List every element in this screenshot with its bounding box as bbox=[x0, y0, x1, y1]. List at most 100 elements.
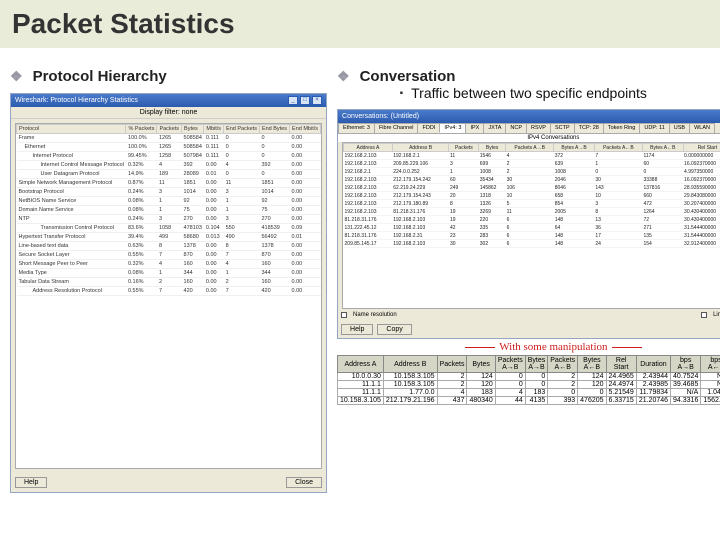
protocol-table-container: Protocol% PacketsPacketsBytesMbit/sEnd P… bbox=[15, 123, 322, 469]
column-header: Rel Start bbox=[606, 356, 636, 373]
close-icon[interactable]: × bbox=[312, 96, 322, 105]
table-row[interactable]: Simple Network Management Protocol0.87%1… bbox=[17, 179, 321, 188]
tab-ipx[interactable]: IPX bbox=[465, 123, 484, 133]
content-area: ❖ Protocol Hierarchy Wireshark: Protocol… bbox=[0, 48, 720, 493]
dialog-subtitle: Display filter: none bbox=[11, 107, 326, 119]
tab-fibre-channel[interactable]: Fibre Channel bbox=[374, 123, 419, 133]
maximize-icon[interactable]: □ bbox=[300, 96, 310, 105]
table-row[interactable]: 192.168.2.103209.85.229.1063699263916016… bbox=[344, 160, 720, 168]
column-header: Packets bbox=[449, 144, 479, 152]
table-row[interactable]: Ethernet100.0%12655085840.111000.00 bbox=[17, 143, 321, 152]
column-header: Packets A→B bbox=[495, 356, 525, 373]
help-button[interactable]: Help bbox=[15, 477, 47, 488]
column-header: Address A bbox=[344, 144, 393, 152]
table-row[interactable]: 192.168.2.103192.168.2.11115464372711740… bbox=[344, 152, 720, 160]
table-row[interactable]: 192.168.2.103212.179.180.898132658543472… bbox=[344, 200, 720, 208]
table-row[interactable]: Short Message Peer to Peer0.32%41600.004… bbox=[17, 260, 321, 269]
table-row[interactable]: Internet Protocol99.45%12585079840.11100… bbox=[17, 152, 321, 161]
tab-ncp[interactable]: NCP bbox=[505, 123, 527, 133]
table-row[interactable]: Frame100.0%12655085840.111000.00 bbox=[17, 134, 321, 143]
column-header: bps A←B bbox=[701, 356, 720, 373]
tab-jxta[interactable]: JXTA bbox=[483, 123, 506, 133]
table-row[interactable]: 81.218.31.176192.168.2.10319220614813723… bbox=[344, 216, 720, 224]
column-header: Rel Start bbox=[683, 144, 720, 152]
table-row: 10.0.0.3010.158.3.105212400212424.49652.… bbox=[338, 373, 720, 381]
protocol-hierarchy-window: Wireshark: Protocol Hierarchy Statistics… bbox=[10, 93, 327, 493]
limit-filter-label: Limit to display filter bbox=[713, 312, 720, 318]
tab-rsvp[interactable]: RSVP bbox=[526, 123, 551, 133]
tab-tcp-28[interactable]: TCP: 28 bbox=[574, 123, 604, 133]
table-row[interactable]: Hypertext Transfer Protocol39.4%49958680… bbox=[17, 233, 321, 242]
right-heading-text: Conversation bbox=[360, 68, 647, 85]
column-header: Address B bbox=[392, 144, 449, 152]
window-titlebar: Conversations: (Untitled) _ □ × bbox=[338, 110, 720, 123]
close-button[interactable]: Close bbox=[286, 477, 322, 488]
tab-udp-11[interactable]: UDP: 11 bbox=[639, 123, 669, 133]
table-row[interactable]: NetBIOS Name Service0.08%1920.001920.00 bbox=[17, 197, 321, 206]
table-row[interactable]: 192.168.2.10362.219.24.22924914586210680… bbox=[344, 184, 720, 192]
tab-ethernet-3[interactable]: Ethernet: 3 bbox=[338, 123, 375, 133]
table-row: 11.1.11.77.0.041834183005.2154911.79834N… bbox=[338, 389, 720, 397]
slide-title: Packet Statistics bbox=[0, 0, 720, 48]
table-row[interactable]: 209.85.145.17192.168.2.10330302614824154… bbox=[344, 240, 720, 248]
square-bullet-icon: ▪ bbox=[400, 88, 404, 101]
right-column: ❖ Conversation ▪ Traffic between two spe… bbox=[337, 68, 720, 493]
column-header: Protocol bbox=[17, 125, 126, 134]
table-row[interactable]: Media Type0.08%13440.0013440.00 bbox=[17, 269, 321, 278]
table-row[interactable]: NTP0.24%32700.0032700.00 bbox=[17, 215, 321, 224]
table-row[interactable]: Bootstrap Protocol0.24%310140.00310140.0… bbox=[17, 188, 321, 197]
name-resolution-checkbox[interactable] bbox=[341, 312, 347, 318]
right-sub-text: Traffic between two specific endpoints bbox=[411, 85, 647, 101]
column-header: Mbit/s bbox=[204, 125, 224, 134]
copy-button[interactable]: Copy bbox=[377, 324, 411, 335]
conversations-table: Address AAddress BPacketsBytesPackets A→… bbox=[343, 143, 720, 248]
tab-fddi[interactable]: FDDI bbox=[417, 123, 440, 133]
column-header: Address A bbox=[338, 356, 384, 373]
table-row[interactable]: 192.168.2.103212.179.154.242603543430204… bbox=[344, 176, 720, 184]
column-header: Bytes A←B bbox=[578, 356, 606, 373]
column-header: End Bytes bbox=[259, 125, 289, 134]
column-header: Packets A←B bbox=[548, 356, 578, 373]
table-row[interactable]: 192.168.2.10381.218.31.17619326911200581… bbox=[344, 208, 720, 216]
column-header: Bytes bbox=[467, 356, 495, 373]
right-heading: ❖ Conversation ▪ Traffic between two spe… bbox=[337, 68, 720, 101]
conversation-tabs: Ethernet: 3Fibre ChannelFDDIIPv4: 3IPXJX… bbox=[338, 123, 720, 134]
tab-token-ring[interactable]: Token Ring bbox=[603, 123, 641, 133]
excel-manipulation-table: Address AAddress BPacketsBytesPackets A→… bbox=[337, 355, 720, 405]
table-row[interactable]: Domain Name Service0.08%1750.001750.00 bbox=[17, 206, 321, 215]
table-row[interactable]: Tabular Data Stream0.16%21600.0021600.00 bbox=[17, 278, 321, 287]
table-row[interactable]: Transmission Control Protocol83.6%105847… bbox=[17, 224, 321, 233]
limit-filter-checkbox[interactable] bbox=[701, 312, 707, 318]
help-button[interactable]: Help bbox=[341, 324, 373, 335]
table-row[interactable]: Secure Socket Layer0.55%78700.0078700.00 bbox=[17, 251, 321, 260]
tab-wlan[interactable]: WLAN bbox=[689, 123, 715, 133]
tab-ipv4-3[interactable]: IPv4: 3 bbox=[439, 123, 466, 133]
table-row[interactable]: User Datagram Protocol14.9%189280890.010… bbox=[17, 170, 321, 179]
conversations-window: Conversations: (Untitled) _ □ × Ethernet… bbox=[337, 109, 720, 339]
tab-sctp[interactable]: SCTP bbox=[550, 123, 575, 133]
right-subheading: ▪ Traffic between two specific endpoints bbox=[400, 85, 647, 101]
column-header: Packets bbox=[157, 125, 182, 134]
table-row[interactable]: Line-based text data0.63%813780.00813780… bbox=[17, 242, 321, 251]
table-row[interactable]: 81.218.31.176192.168.2.31232836148171353… bbox=[344, 232, 720, 240]
table-row[interactable]: Address Resolution Protocol0.55%74200.00… bbox=[17, 287, 321, 296]
column-header: Bytes A→B bbox=[525, 356, 548, 373]
conv-buttons: Help Copy Close bbox=[338, 321, 720, 338]
column-header: bps A→B bbox=[671, 356, 701, 373]
tab-usb[interactable]: USB bbox=[669, 123, 690, 133]
table-row[interactable]: 192.168.2.1224.0.0.2521100821008004.9973… bbox=[344, 168, 720, 176]
table-row[interactable]: 192.168.2.103212.179.154.243201318106581… bbox=[344, 192, 720, 200]
window-title-text: Conversations: (Untitled) bbox=[342, 113, 419, 120]
diamond-bullet-icon: ❖ bbox=[337, 68, 350, 85]
left-column: ❖ Protocol Hierarchy Wireshark: Protocol… bbox=[10, 68, 327, 493]
diamond-bullet-icon: ❖ bbox=[10, 68, 23, 85]
manipulation-annotation: With some manipulation bbox=[337, 341, 720, 353]
table-row[interactable]: 131.222.45.12192.168.2.10342335664362713… bbox=[344, 224, 720, 232]
window-titlebar: Wireshark: Protocol Hierarchy Statistics… bbox=[11, 94, 326, 107]
column-header: End Packets bbox=[224, 125, 260, 134]
minimize-icon[interactable]: _ bbox=[288, 96, 298, 105]
column-header: Address B bbox=[383, 356, 437, 373]
name-resolution-label: Name resolution bbox=[353, 312, 397, 318]
table-row[interactable]: Internet Control Message Protocol0.32%43… bbox=[17, 161, 321, 170]
dialog-footer: Help Close bbox=[11, 473, 326, 492]
